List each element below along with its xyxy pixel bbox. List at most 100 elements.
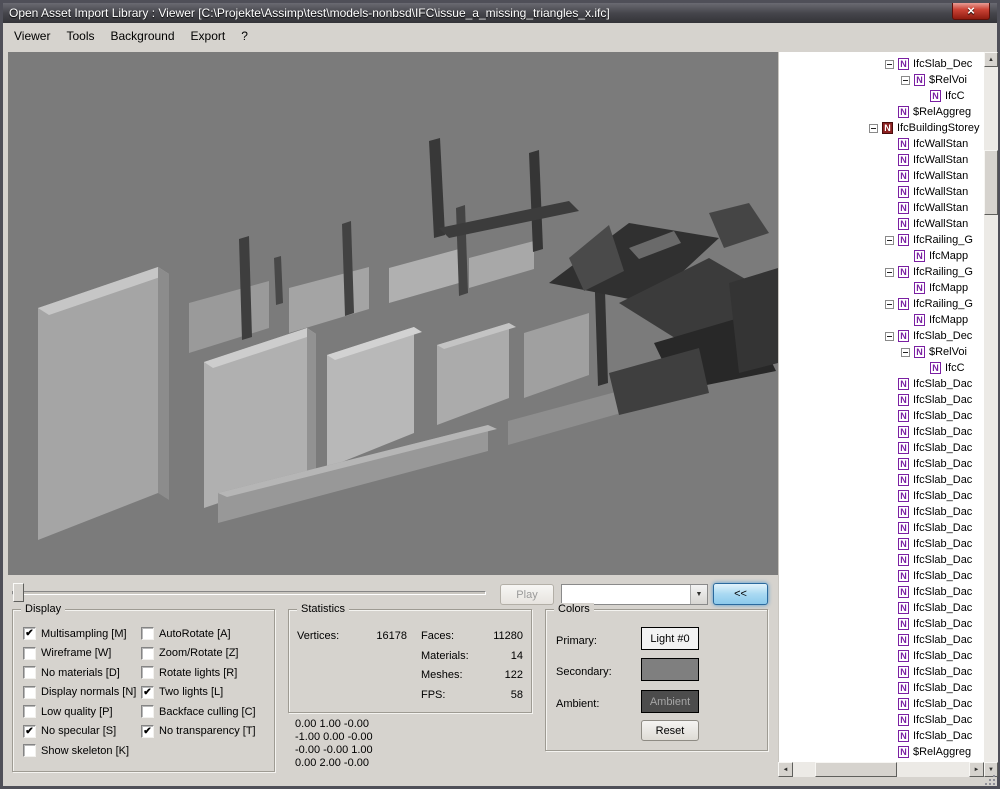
secondary-color-button[interactable]: [641, 658, 699, 681]
checkbox[interactable]: [23, 686, 36, 699]
tree-horizontal-scrollbar[interactable]: ◄ ►: [778, 762, 984, 777]
tree-item[interactable]: NIfcSlab_Dac: [779, 648, 984, 664]
tree-item[interactable]: NIfcSlab_Dac: [779, 424, 984, 440]
checkbox[interactable]: ✔: [141, 686, 154, 699]
checkbox[interactable]: [141, 647, 154, 660]
checkbox[interactable]: ✔: [23, 725, 36, 738]
tree-item[interactable]: NIfcSlab_Dac: [779, 552, 984, 568]
tree-collapse-toggle[interactable]: [885, 300, 894, 309]
slider-track[interactable]: [12, 591, 486, 595]
primary-color-button[interactable]: Light #0: [641, 627, 699, 650]
scroll-left-button[interactable]: ◄: [778, 762, 793, 777]
display-option[interactable]: Display normals [N]: [23, 686, 139, 699]
tree-item[interactable]: NIfcBuildingStorey: [779, 120, 984, 136]
display-option[interactable]: Low quality [P]: [23, 705, 139, 718]
display-option[interactable]: Show skeleton [K]: [23, 744, 139, 757]
tree-item[interactable]: NIfcRailing_G: [779, 264, 984, 280]
tree-item[interactable]: NIfcSlab_Dac: [779, 488, 984, 504]
collapse-tree-panel-button[interactable]: <<: [713, 583, 768, 605]
display-option[interactable]: Rotate lights [R]: [141, 666, 271, 679]
tree-item[interactable]: NIfcWallStan: [779, 216, 984, 232]
tree-collapse-toggle[interactable]: [885, 332, 894, 341]
tree-item[interactable]: N$RelAggreg: [779, 104, 984, 120]
scroll-up-button[interactable]: ▲: [984, 52, 998, 67]
tree-item[interactable]: NIfcSlab_Dac: [779, 536, 984, 552]
tree-item[interactable]: N$RelVoi: [779, 344, 984, 360]
tree-item[interactable]: NIfcSlab_Dac: [779, 584, 984, 600]
tree-item[interactable]: NIfcSlab_Dac: [779, 504, 984, 520]
tree-collapse-toggle[interactable]: [885, 236, 894, 245]
menu-item-tools[interactable]: Tools: [58, 25, 102, 47]
tree-item[interactable]: NIfcSlab_Dac: [779, 680, 984, 696]
tree-collapse-toggle[interactable]: [901, 76, 910, 85]
menu-item-viewer[interactable]: Viewer: [6, 25, 58, 47]
menu-item-export[interactable]: Export: [183, 25, 234, 47]
display-option[interactable]: Backface culling [C]: [141, 705, 271, 718]
tree-item[interactable]: NIfcSlab_Dac: [779, 440, 984, 456]
tree-collapse-toggle[interactable]: [885, 268, 894, 277]
tree-item[interactable]: NIfcC: [779, 360, 984, 376]
checkbox[interactable]: [23, 744, 36, 757]
tree-item[interactable]: NIfcWallStan: [779, 168, 984, 184]
scene-graph-tree[interactable]: NIfcSlab_DecN$RelVoiNIfcCN$RelAggregNIfc…: [778, 52, 984, 762]
display-option[interactable]: ✔No transparency [T]: [141, 725, 271, 738]
tree-item[interactable]: NIfcSlab_Dec: [779, 56, 984, 72]
tree-item[interactable]: N$RelVoi: [779, 72, 984, 88]
tree-item[interactable]: N$RelAggreg: [779, 744, 984, 760]
ambient-color-button[interactable]: Ambient: [641, 690, 699, 713]
close-button[interactable]: ×: [952, 3, 990, 20]
tree-item[interactable]: NIfcSlab_Dac: [779, 392, 984, 408]
display-option[interactable]: Wireframe [W]: [23, 647, 139, 660]
checkbox[interactable]: [141, 627, 154, 640]
scroll-right-button[interactable]: ►: [969, 762, 984, 777]
display-option[interactable]: ✔Two lights [L]: [141, 686, 271, 699]
menu-item-background[interactable]: Background: [102, 25, 182, 47]
tree-collapse-toggle[interactable]: [885, 60, 894, 69]
tree-item[interactable]: NIfcWallStan: [779, 184, 984, 200]
horizontal-scrollbar-thumb[interactable]: [815, 762, 897, 777]
display-option[interactable]: Zoom/Rotate [Z]: [141, 647, 271, 660]
tree-collapse-toggle[interactable]: [869, 124, 878, 133]
tree-item[interactable]: NIfcSlab_Dac: [779, 712, 984, 728]
checkbox[interactable]: [141, 705, 154, 718]
tree-item[interactable]: NIfcSlab_Dac: [779, 616, 984, 632]
display-option[interactable]: AutoRotate [A]: [141, 627, 271, 640]
display-option[interactable]: ✔Multisampling [M]: [23, 627, 139, 640]
tree-item[interactable]: NIfcSlab_Dec: [779, 328, 984, 344]
animation-position-slider[interactable]: [10, 582, 490, 604]
tree-item[interactable]: NIfcWallStan: [779, 136, 984, 152]
title-bar[interactable]: Open Asset Import Library : Viewer [C:\P…: [3, 3, 997, 23]
tree-item[interactable]: NIfcSlab_Dac: [779, 376, 984, 392]
tree-item[interactable]: NIfcSlab_Dac: [779, 472, 984, 488]
tree-item[interactable]: NIfcRailing_G: [779, 296, 984, 312]
animation-combobox[interactable]: ▼: [561, 584, 708, 605]
tree-item[interactable]: NIfcSlab_Dac: [779, 520, 984, 536]
checkbox[interactable]: ✔: [23, 627, 36, 640]
checkbox[interactable]: [141, 666, 154, 679]
resize-grip[interactable]: [985, 775, 995, 785]
combobox-dropdown-button[interactable]: ▼: [690, 585, 707, 604]
tree-item[interactable]: NIfcSlab_Dac: [779, 600, 984, 616]
tree-collapse-toggle[interactable]: [901, 348, 910, 357]
tree-item[interactable]: NIfcSlab_Dac: [779, 568, 984, 584]
vertical-scrollbar-thumb[interactable]: [984, 150, 998, 215]
tree-item[interactable]: NIfcWallStan: [779, 200, 984, 216]
tree-item[interactable]: NIfcWallStan: [779, 152, 984, 168]
display-option[interactable]: No materials [D]: [23, 666, 139, 679]
checkbox[interactable]: [23, 705, 36, 718]
tree-item[interactable]: NIfcSlab_Dac: [779, 456, 984, 472]
tree-item[interactable]: NIfcSlab_Dac: [779, 632, 984, 648]
checkbox[interactable]: [23, 666, 36, 679]
tree-item[interactable]: NIfcC: [779, 88, 984, 104]
tree-item[interactable]: NIfcRailing_G: [779, 232, 984, 248]
tree-item[interactable]: NIfcMapp: [779, 248, 984, 264]
slider-thumb[interactable]: [13, 583, 24, 602]
render-viewport[interactable]: [8, 52, 778, 575]
reset-colors-button[interactable]: Reset: [641, 720, 699, 741]
display-option[interactable]: ✔No specular [S]: [23, 725, 139, 738]
checkbox[interactable]: ✔: [141, 725, 154, 738]
play-button[interactable]: Play: [500, 584, 554, 605]
tree-item[interactable]: NIfcMapp: [779, 280, 984, 296]
tree-item[interactable]: NIfcSlab_Dac: [779, 728, 984, 744]
tree-item[interactable]: NIfcMapp: [779, 312, 984, 328]
